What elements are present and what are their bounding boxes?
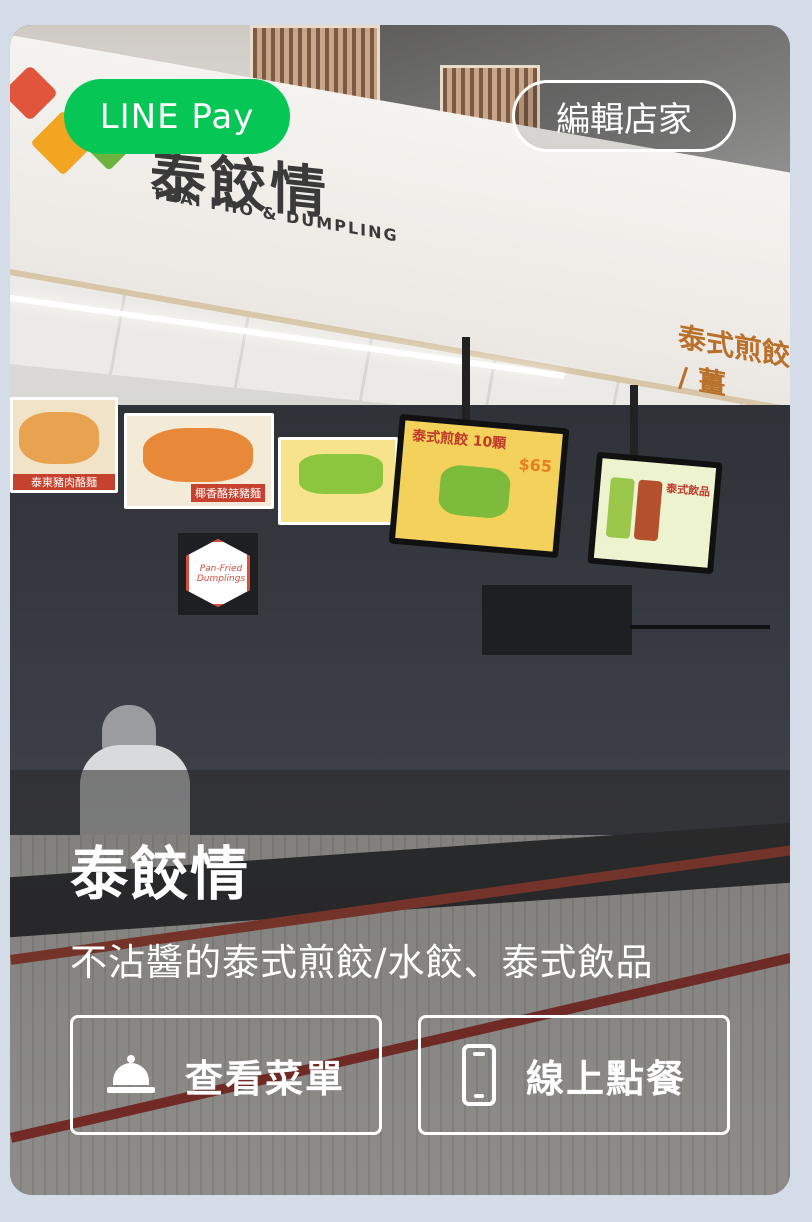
store-card[interactable]: 泰餃情 THAI PHO & DUMPLING 泰式煎餃 / 薑 泰東豬肉酪麵 …	[10, 25, 790, 1195]
online-order-button[interactable]: 線上點餐	[418, 1015, 730, 1135]
menu-label: 椰香酪辣豬麵	[191, 484, 265, 502]
menu-panel: 椰香酪辣豬麵	[124, 413, 274, 509]
speaker-box	[482, 585, 632, 655]
online-order-label: 線上點餐	[525, 1056, 686, 1101]
view-menu-label: 查看菜單	[184, 1056, 345, 1101]
menu-tv: 泰式煎餃 10顆 $65	[388, 413, 570, 559]
store-description: 不沾醬的泰式煎餃/水餃、泰式飲品	[70, 941, 654, 984]
menu-panel: 泰東豬肉酪麵	[10, 397, 118, 493]
phone-icon	[461, 1044, 496, 1106]
menu-label: 泰東豬肉酪麵	[13, 474, 115, 490]
store-name: 泰餃情	[70, 840, 251, 908]
tv-pole	[630, 385, 638, 465]
price-tag: $65	[517, 454, 553, 477]
hex-sign-text: Pan-Fried Dumplings	[196, 564, 246, 584]
bell-icon	[106, 1055, 155, 1095]
tv-title: 泰式飲品	[665, 481, 711, 499]
view-menu-button[interactable]: 查看菜單	[70, 1015, 382, 1135]
line-pay-badge: LINE Pay	[64, 79, 290, 154]
cable	[630, 625, 770, 629]
tv-title: 泰式煎餃 10顆	[411, 428, 507, 453]
edit-store-button[interactable]: 編輯店家	[512, 80, 736, 152]
menu-panel	[278, 437, 398, 525]
drink-tv: 泰式飲品	[587, 451, 723, 575]
